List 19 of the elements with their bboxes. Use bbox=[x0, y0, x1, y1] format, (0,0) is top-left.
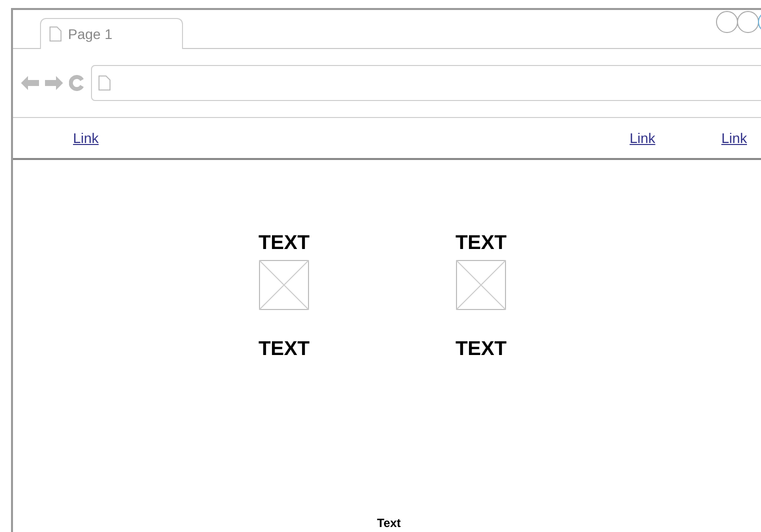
reload-icon[interactable] bbox=[69, 75, 85, 91]
image-placeholder-icon bbox=[259, 260, 309, 310]
item-caption: TEXT bbox=[258, 337, 310, 361]
back-icon[interactable] bbox=[21, 76, 39, 90]
window-button[interactable] bbox=[716, 11, 738, 33]
nav-link[interactable]: Link bbox=[630, 130, 656, 146]
nav-link[interactable]: Link bbox=[73, 130, 99, 146]
item-heading: TEXT bbox=[455, 231, 507, 255]
nav-link[interactable]: Link bbox=[721, 130, 747, 146]
item-heading: TEXT bbox=[258, 231, 310, 255]
footer-text: Text bbox=[377, 516, 401, 530]
item-caption: TEXT bbox=[455, 337, 507, 361]
page-icon bbox=[49, 26, 62, 42]
forward-icon[interactable] bbox=[45, 76, 63, 90]
browser-tab[interactable]: Page 1 bbox=[40, 18, 183, 49]
window-button[interactable] bbox=[737, 11, 759, 33]
page-icon bbox=[98, 75, 111, 91]
address-field[interactable] bbox=[91, 65, 761, 101]
image-placeholder-icon bbox=[456, 260, 506, 310]
